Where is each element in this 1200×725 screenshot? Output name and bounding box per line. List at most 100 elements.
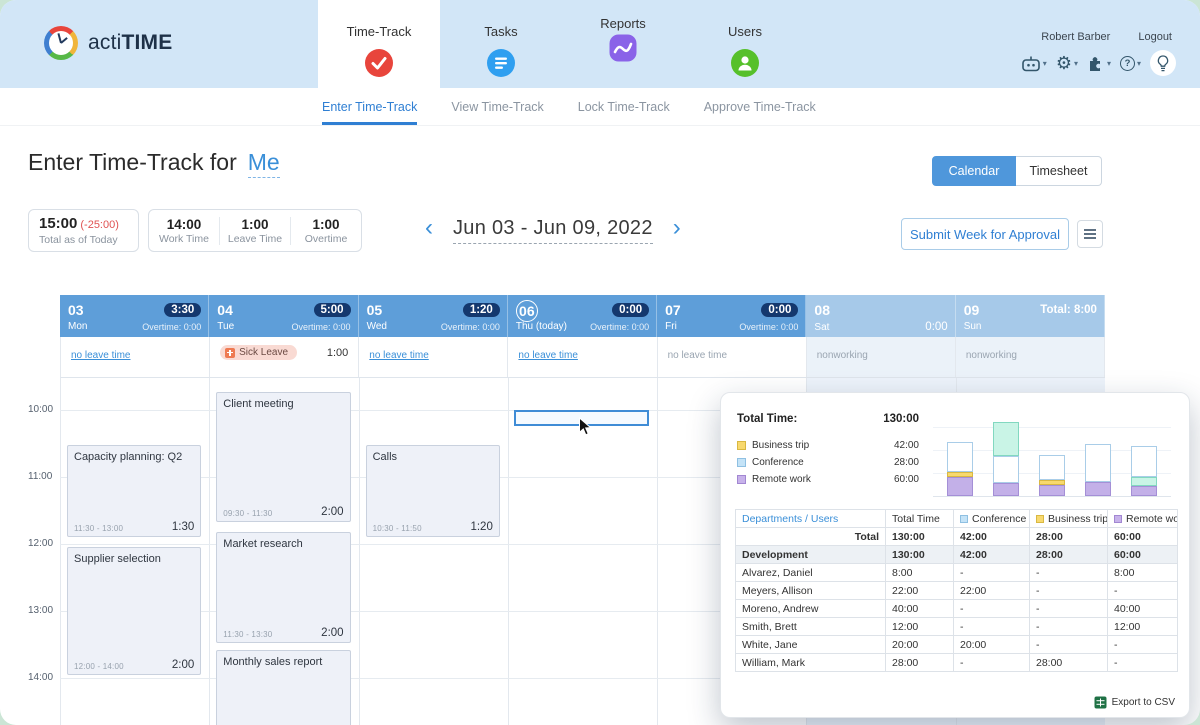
leave-cell: no leave time [508, 337, 658, 377]
day-name: Tue [217, 321, 235, 332]
calendar-event[interactable]: Supplier selection 12:00 - 14:00 2:00 [67, 547, 202, 675]
leave-cell: no leave time [658, 337, 807, 377]
week-options-button[interactable] [1077, 220, 1103, 248]
selected-time-slot[interactable] [513, 410, 650, 426]
report-cell: - [1029, 599, 1108, 618]
report-cell: Meyers, Allison [735, 581, 886, 600]
chart-bar-segment [1085, 444, 1111, 482]
subnav-approve-time-track[interactable]: Approve Time-Track [704, 88, 816, 125]
metric-label: Leave Time [227, 232, 283, 245]
user-selector[interactable]: Me [247, 149, 280, 178]
help-menu[interactable]: ? ▾ [1119, 55, 1141, 71]
event-duration: 1:30 [171, 521, 195, 533]
report-table: Departments / Users Total Time Conference B… [735, 509, 1178, 672]
report-row: Alvarez, Daniel 8:00- -8:00 [735, 563, 1178, 582]
check-icon [364, 48, 394, 78]
report-row: Smith, Brett 12:00- -12:00 [735, 617, 1178, 636]
sick-leave-label: Sick Leave [239, 347, 289, 358]
day-total: Total: 8:00 [1040, 303, 1097, 316]
day-total-pill: 5:00 [313, 302, 351, 317]
event-title: Monthly sales report [223, 656, 323, 668]
tab-label: Users [728, 24, 762, 39]
report-cell: 40:00 [1107, 599, 1178, 618]
event-duration: 2:00 [321, 627, 344, 639]
event-time-range: 11:30 - 13:00 [74, 524, 124, 533]
day-date: 08 [814, 301, 830, 318]
no-leave-time-link[interactable]: no leave time [369, 350, 428, 361]
timesheet-view-button[interactable]: Timesheet [1016, 156, 1102, 186]
tab-reports[interactable]: Reports [562, 0, 684, 88]
logout-link[interactable]: Logout [1138, 31, 1172, 43]
day-total-pill: 3:30 [164, 302, 202, 317]
day-overtime: Overtime: 0:00 [440, 321, 500, 332]
chart-bar-segment [993, 483, 1019, 496]
main-nav: Time-Track Tasks Reports Users [318, 0, 806, 88]
tips-button[interactable] [1150, 50, 1176, 76]
no-leave-time-link[interactable]: no leave time [518, 350, 577, 361]
time-label: 11:00 [28, 471, 53, 482]
leave-time-metric: 1:00 Leave Time [219, 216, 290, 245]
subnav-view-time-track[interactable]: View Time-Track [451, 88, 543, 125]
grid-vline [358, 378, 360, 725]
report-row: White, Jane 20:00 20:00- - [735, 635, 1178, 654]
settings-menu[interactable]: ⚙ ▾ [1056, 54, 1078, 72]
calendar-event[interactable]: Market research 11:30 - 13:30 2:00 [216, 532, 351, 643]
event-footer: 09:30 - 11:30 2:00 [223, 506, 343, 518]
time-label: 10:00 [28, 404, 54, 415]
user-name: Robert Barber [1041, 31, 1111, 43]
report-cell: 42:00 [953, 527, 1030, 546]
chart-bar-segment [993, 422, 1019, 456]
legend-value: 42:00 [893, 440, 919, 451]
day-header-cell: 04 5:00 Tue Overtime: 0:00 [209, 295, 359, 337]
total-as-of-today-box: 15:00 (-25:00) Total as of Today [28, 209, 139, 252]
submit-week-button[interactable]: Submit Week for Approval [901, 218, 1069, 250]
report-cell: 60:00 [1107, 545, 1178, 564]
export-to-csv[interactable]: Export to CSV [1094, 696, 1175, 709]
chart-bar-segment [947, 442, 973, 472]
day-header-bottom: Mon Overtime: 0:00 [68, 321, 201, 332]
grid-vline [209, 378, 211, 725]
calendar-event[interactable]: Client meeting 09:30 - 11:30 2:00 [216, 392, 351, 522]
tab-time-track[interactable]: Time-Track [318, 0, 440, 88]
day-date: 09 [963, 301, 980, 318]
day-header-bottom: Thu (today) Overtime: 0:00 [516, 321, 649, 332]
time-label: 13:00 [28, 605, 54, 616]
csv-icon [1094, 696, 1107, 709]
brand[interactable]: actiTIME [44, 26, 172, 60]
previous-week-button[interactable]: ‹ [425, 216, 433, 244]
day-date: 04 [217, 301, 233, 318]
brand-time: TIME [121, 31, 173, 54]
addons-menu[interactable]: ▾ [1087, 54, 1111, 72]
tab-users[interactable]: Users [684, 0, 806, 88]
integrations-menu[interactable]: ▾ [1021, 55, 1047, 72]
no-leave-time-link[interactable]: no leave time [71, 350, 130, 361]
overtime-metric: 1:00 Overtime [290, 216, 361, 245]
sick-leave-icon [225, 347, 236, 358]
calendar-event[interactable]: Calls 10:30 - 11:50 1:20 [365, 445, 500, 537]
next-week-button[interactable]: › [673, 216, 681, 244]
leave-text: nonworking [965, 350, 1017, 361]
chart-bar [993, 422, 1019, 496]
legend-label: Business trip [752, 440, 810, 451]
calendar-event[interactable]: Monthly sales report [216, 650, 351, 725]
column-header-users[interactable]: Departments / Users [735, 509, 886, 528]
metric-label: Overtime [304, 232, 348, 245]
day-total-pill: 0:00 [612, 302, 650, 317]
day-header-bottom: Sun [964, 321, 1097, 332]
day-name: Wed [366, 321, 387, 332]
popup-total-value: 130:00 [883, 413, 919, 425]
calendar-view-button[interactable]: Calendar [932, 156, 1016, 186]
day-header-top: 05 1:20 [367, 299, 500, 320]
legend-row: Conference 28:00 [737, 454, 919, 471]
calendar-event[interactable]: Capacity planning: Q2 11:30 - 13:00 1:30 [67, 445, 202, 537]
legend-swatch [737, 458, 746, 467]
tab-tasks[interactable]: Tasks [440, 0, 562, 88]
sick-leave-badge[interactable]: Sick Leave [220, 345, 298, 360]
week-range[interactable]: Jun 03 - Jun 09, 2022 [453, 217, 653, 244]
subnav-enter-time-track[interactable]: Enter Time-Track [322, 88, 418, 125]
event-footer: 10:30 - 11:50 1:20 [373, 521, 493, 533]
subnav-lock-time-track[interactable]: Lock Time-Track [578, 88, 670, 125]
report-cell: Smith, Brett [735, 617, 886, 636]
event-footer: 12:00 - 14:00 2:00 [74, 659, 194, 671]
report-cell: - [1029, 581, 1108, 600]
